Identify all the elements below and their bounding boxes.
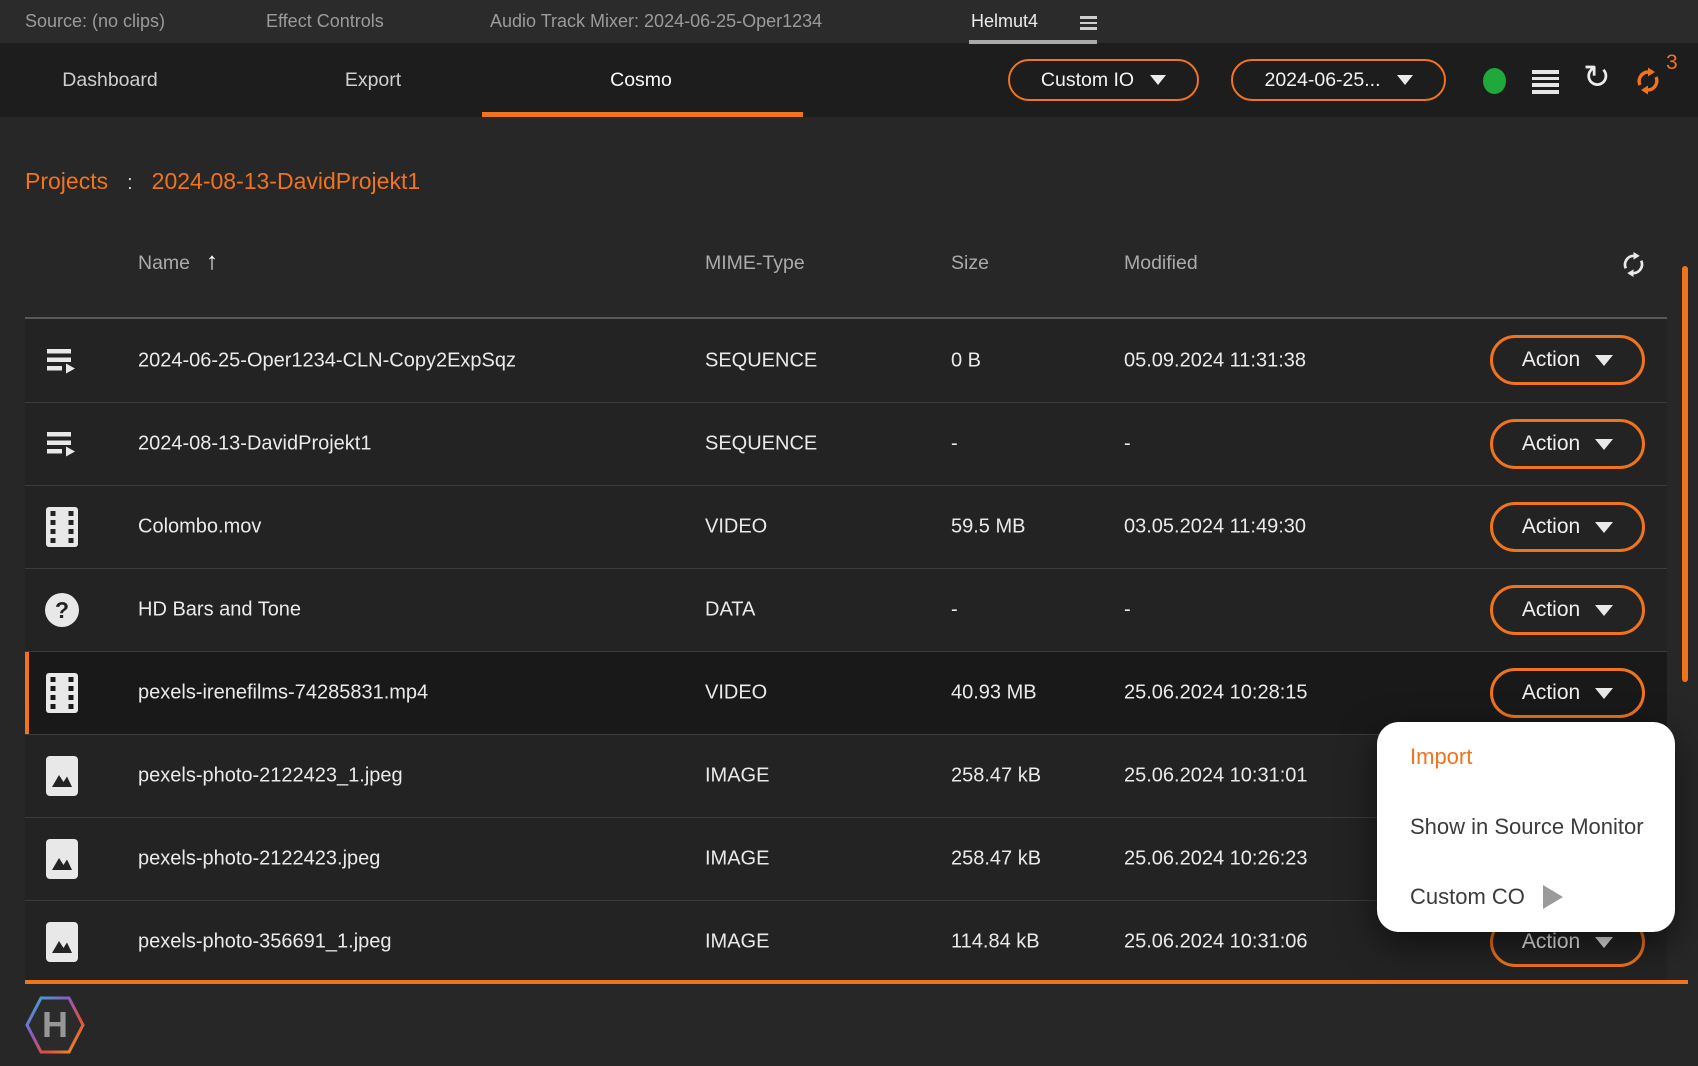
table-row[interactable]: ? HD Bars and Tone DATA - - Action [25, 568, 1667, 651]
action-context-menu: Import Show in Source Monitor Custom CO [1377, 722, 1675, 932]
sync-count-badge: 3 [1666, 51, 1678, 75]
file-name: 2024-06-25-Oper1234-CLN-Copy2ExpSqz [138, 349, 516, 372]
tab-cosmo[interactable]: Cosmo [610, 43, 672, 117]
file-name: Colombo.mov [138, 516, 261, 539]
column-header-modified[interactable]: Modified [1124, 252, 1198, 275]
mime-type: VIDEO [705, 682, 767, 705]
panel-tab-bar: Source: (no clips) Effect Controls Audio… [0, 0, 1698, 43]
panel-menu-icon[interactable] [1080, 16, 1097, 33]
table-row[interactable]: 2024-08-13-DavidProjekt1 SEQUENCE - - Ac… [25, 402, 1667, 485]
menu-lines-icon[interactable] [1532, 70, 1559, 97]
file-name: pexels-photo-356691_1.jpeg [138, 931, 392, 954]
sequence-icon [47, 430, 77, 458]
modified-date: 05.09.2024 11:31:38 [1124, 349, 1306, 372]
file-name: pexels-irenefilms-74285831.mp4 [138, 682, 428, 705]
modified-date: - [1124, 599, 1131, 622]
tab-effect-controls[interactable]: Effect Controls [266, 0, 384, 43]
file-size: 0 B [951, 349, 981, 372]
submenu-arrow-icon [1543, 885, 1563, 909]
vertical-scrollbar-thumb[interactable] [1682, 266, 1688, 682]
tab-audio-track-mixer[interactable]: Audio Track Mixer: 2024-06-25-Oper1234 [490, 0, 822, 43]
file-size: 114.84 kB [951, 931, 1040, 954]
mime-type: DATA [705, 599, 755, 622]
mime-type: SEQUENCE [705, 433, 817, 456]
modified-date: 25.06.2024 10:26:23 [1124, 848, 1308, 871]
column-header-mime[interactable]: MIME-Type [705, 252, 805, 275]
mime-type: VIDEO [705, 516, 767, 539]
file-name: 2024-08-13-DavidProjekt1 [138, 433, 371, 456]
sync-icon[interactable] [1634, 67, 1662, 95]
custom-io-dropdown[interactable]: Custom IO [1008, 59, 1199, 101]
action-button[interactable]: Action [1490, 585, 1645, 635]
helmut4-logo: H [25, 993, 85, 1057]
svg-text:?: ? [55, 597, 69, 623]
file-size: 40.93 MB [951, 682, 1037, 705]
table-row[interactable]: 2024-06-25-Oper1234-CLN-Copy2ExpSqz SEQU… [25, 319, 1667, 402]
chevron-down-icon [1397, 75, 1413, 85]
modified-date: 03.05.2024 11:49:30 [1124, 516, 1306, 539]
connection-status-indicator [1483, 68, 1506, 94]
mime-type: SEQUENCE [705, 349, 817, 372]
file-size: - [951, 599, 958, 622]
active-panel-underline [969, 40, 1097, 44]
modified-date: 25.06.2024 10:28:15 [1124, 682, 1308, 705]
film-icon [46, 673, 78, 713]
tab-helmut4[interactable]: Helmut4 [971, 0, 1038, 43]
action-button-open[interactable]: Action [1490, 668, 1645, 718]
sequence-icon [47, 347, 77, 375]
modified-date: 25.06.2024 10:31:01 [1124, 765, 1308, 788]
table-refresh-icon[interactable] [1620, 251, 1647, 278]
breadcrumb-current-project[interactable]: 2024-08-13-DavidProjekt1 [152, 168, 421, 195]
chevron-down-icon [1595, 355, 1613, 366]
column-header-name[interactable]: Name [138, 252, 190, 275]
action-button[interactable]: Action [1490, 419, 1645, 469]
tab-source-monitor[interactable]: Source: (no clips) [25, 0, 165, 43]
image-icon [46, 756, 78, 796]
table-bottom-divider [25, 980, 1688, 984]
breadcrumb-projects-link[interactable]: Projects [25, 168, 108, 195]
mime-type: IMAGE [705, 931, 769, 954]
refresh-icon[interactable]: ↻ [1583, 60, 1611, 93]
table-row[interactable]: Colombo.mov VIDEO 59.5 MB 03.05.2024 11:… [25, 485, 1667, 568]
menu-item-import[interactable]: Import [1410, 722, 1655, 792]
chevron-down-icon [1150, 75, 1166, 85]
file-name: pexels-photo-2122423.jpeg [138, 848, 380, 871]
column-header-size[interactable]: Size [951, 252, 989, 275]
tab-export[interactable]: Export [345, 43, 401, 117]
chevron-down-icon [1595, 439, 1613, 450]
file-name: pexels-photo-2122423_1.jpeg [138, 765, 403, 788]
chevron-down-icon [1595, 605, 1613, 616]
chevron-down-icon [1595, 522, 1613, 533]
helmut-nav-bar: Dashboard Export Cosmo Custom IO 2024-06… [0, 43, 1698, 117]
menu-item-custom-co[interactable]: Custom CO [1410, 862, 1655, 932]
action-button[interactable]: Action [1490, 502, 1645, 552]
film-icon [46, 507, 78, 547]
tab-dashboard[interactable]: Dashboard [62, 43, 157, 117]
file-size: - [951, 433, 958, 456]
image-icon [46, 839, 78, 879]
help-icon: ? [43, 591, 81, 629]
menu-item-show-in-source-monitor[interactable]: Show in Source Monitor [1410, 792, 1655, 862]
helmut4-panel: Source: (no clips) Effect Controls Audio… [0, 0, 1698, 1066]
action-button[interactable]: Action [1490, 335, 1645, 385]
project-dropdown[interactable]: 2024-06-25... [1231, 59, 1446, 101]
chevron-down-icon [1595, 688, 1613, 699]
file-name: HD Bars and Tone [138, 599, 301, 622]
file-size: 59.5 MB [951, 516, 1025, 539]
modified-date: 25.06.2024 10:31:06 [1124, 931, 1308, 954]
sort-ascending-icon[interactable]: ↑ [206, 248, 218, 276]
logo-letter: H [42, 1004, 68, 1045]
image-icon [46, 922, 78, 962]
chevron-down-icon [1595, 937, 1613, 948]
breadcrumb-separator: : [127, 172, 133, 195]
breadcrumb: Projects : 2024-08-13-DavidProjekt1 [25, 168, 420, 195]
mime-type: IMAGE [705, 848, 769, 871]
file-size: 258.47 kB [951, 765, 1041, 788]
mime-type: IMAGE [705, 765, 769, 788]
file-size: 258.47 kB [951, 848, 1041, 871]
modified-date: - [1124, 433, 1131, 456]
active-tab-underline [482, 112, 803, 117]
